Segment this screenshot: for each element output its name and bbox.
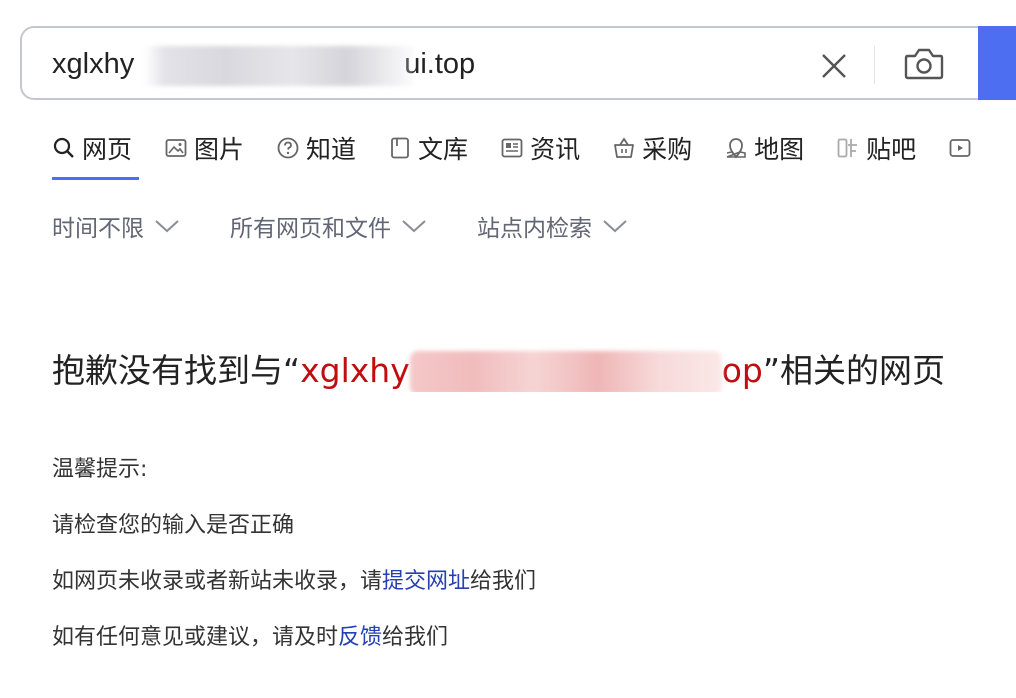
tip-check-input: 请检查您的输入是否正确 xyxy=(52,513,295,538)
filter-filetype[interactable]: 所有网页和文件 xyxy=(230,208,427,244)
tab-label: 地图 xyxy=(754,135,805,164)
search-button[interactable] xyxy=(978,26,1016,100)
search-tabs: 网页 图片 知道 文库 资讯 采购 地图 贴吧 xyxy=(52,128,1010,168)
search-box[interactable]: xglxhy ui.top xyxy=(20,26,978,100)
tab-label: 图片 xyxy=(194,135,245,164)
redacted-query-blur xyxy=(409,350,722,392)
headline-suffix: ”相关的网页 xyxy=(762,351,945,390)
tab-label: 网页 xyxy=(82,135,133,164)
tab-wenku[interactable]: 文库 xyxy=(388,128,468,168)
search-icon xyxy=(53,137,74,158)
video-icon xyxy=(949,139,971,157)
query-prefix: xglxhy xyxy=(52,48,135,80)
tieba-icon xyxy=(837,138,858,158)
basket-icon xyxy=(614,137,634,158)
tab-label: 资讯 xyxy=(530,135,581,164)
redacted-query-blur xyxy=(144,46,414,86)
headline-query-start: xglxhy xyxy=(300,351,410,390)
tips-section: 温馨提示: 请检查您的输入是否正确 如网页未收录或者新站未收录，请提交网址给我们… xyxy=(52,442,536,666)
headline-prefix: 抱歉没有找到与“ xyxy=(52,351,301,390)
camera-icon xyxy=(904,48,944,80)
filter-label: 站点内检索 xyxy=(477,216,592,242)
tip-submit-url: 如网页未收录或者新站未收录，请提交网址给我们 xyxy=(52,554,536,610)
chevron-down-icon xyxy=(603,220,627,233)
tab-label: 贴吧 xyxy=(866,135,917,164)
tab-webpage[interactable]: 网页 xyxy=(52,128,132,168)
tab-images[interactable]: 图片 xyxy=(164,128,244,168)
filter-time[interactable]: 时间不限 xyxy=(52,208,180,244)
chevron-down-icon xyxy=(155,220,179,233)
tab-map[interactable]: 地图 xyxy=(724,128,804,168)
tab-news[interactable]: 资讯 xyxy=(500,128,580,168)
tab-label: 知道 xyxy=(306,135,357,164)
no-results-headline: 抱歉没有找到与“xglxhy op”相关的网页 xyxy=(52,344,1016,392)
filter-site[interactable]: 站点内检索 xyxy=(477,208,628,244)
close-icon xyxy=(822,54,846,78)
query-suffix: ui.top xyxy=(404,48,476,80)
tab-video[interactable] xyxy=(948,128,978,168)
feedback-link[interactable]: 反馈 xyxy=(338,625,382,650)
search-filters: 时间不限 所有网页和文件 站点内检索 xyxy=(52,208,628,244)
submit-url-link[interactable]: 提交网址 xyxy=(382,569,470,594)
image-search-button[interactable] xyxy=(902,44,946,84)
tip-feedback: 如有任何意见或建议，请及时反馈给我们 xyxy=(52,610,536,666)
news-icon xyxy=(501,138,523,158)
tab-zhidao[interactable]: 知道 xyxy=(276,128,356,168)
filter-label: 所有网页和文件 xyxy=(230,216,391,242)
active-tab-indicator xyxy=(52,177,139,180)
tab-label: 文库 xyxy=(418,135,469,164)
chevron-down-icon xyxy=(402,220,426,233)
tab-label: 采购 xyxy=(642,135,693,164)
tip-text: 给我们 xyxy=(470,569,537,594)
map-pin-icon xyxy=(726,138,746,159)
tab-purchase[interactable]: 采购 xyxy=(612,128,692,168)
filter-label: 时间不限 xyxy=(52,216,144,242)
tab-tieba[interactable]: 贴吧 xyxy=(836,128,916,168)
tip-text: 如有任何意见或建议，请及时 xyxy=(52,625,339,650)
image-icon xyxy=(165,139,187,157)
clear-button[interactable] xyxy=(818,50,850,82)
tip-text: 如网页未收录或者新站未收录，请 xyxy=(52,569,383,594)
headline-query-end: op xyxy=(721,351,763,390)
search-divider xyxy=(874,46,875,84)
document-icon xyxy=(391,137,409,159)
tip-text: 给我们 xyxy=(382,625,449,650)
question-icon xyxy=(277,137,299,159)
tips-title: 温馨提示: xyxy=(52,457,148,482)
